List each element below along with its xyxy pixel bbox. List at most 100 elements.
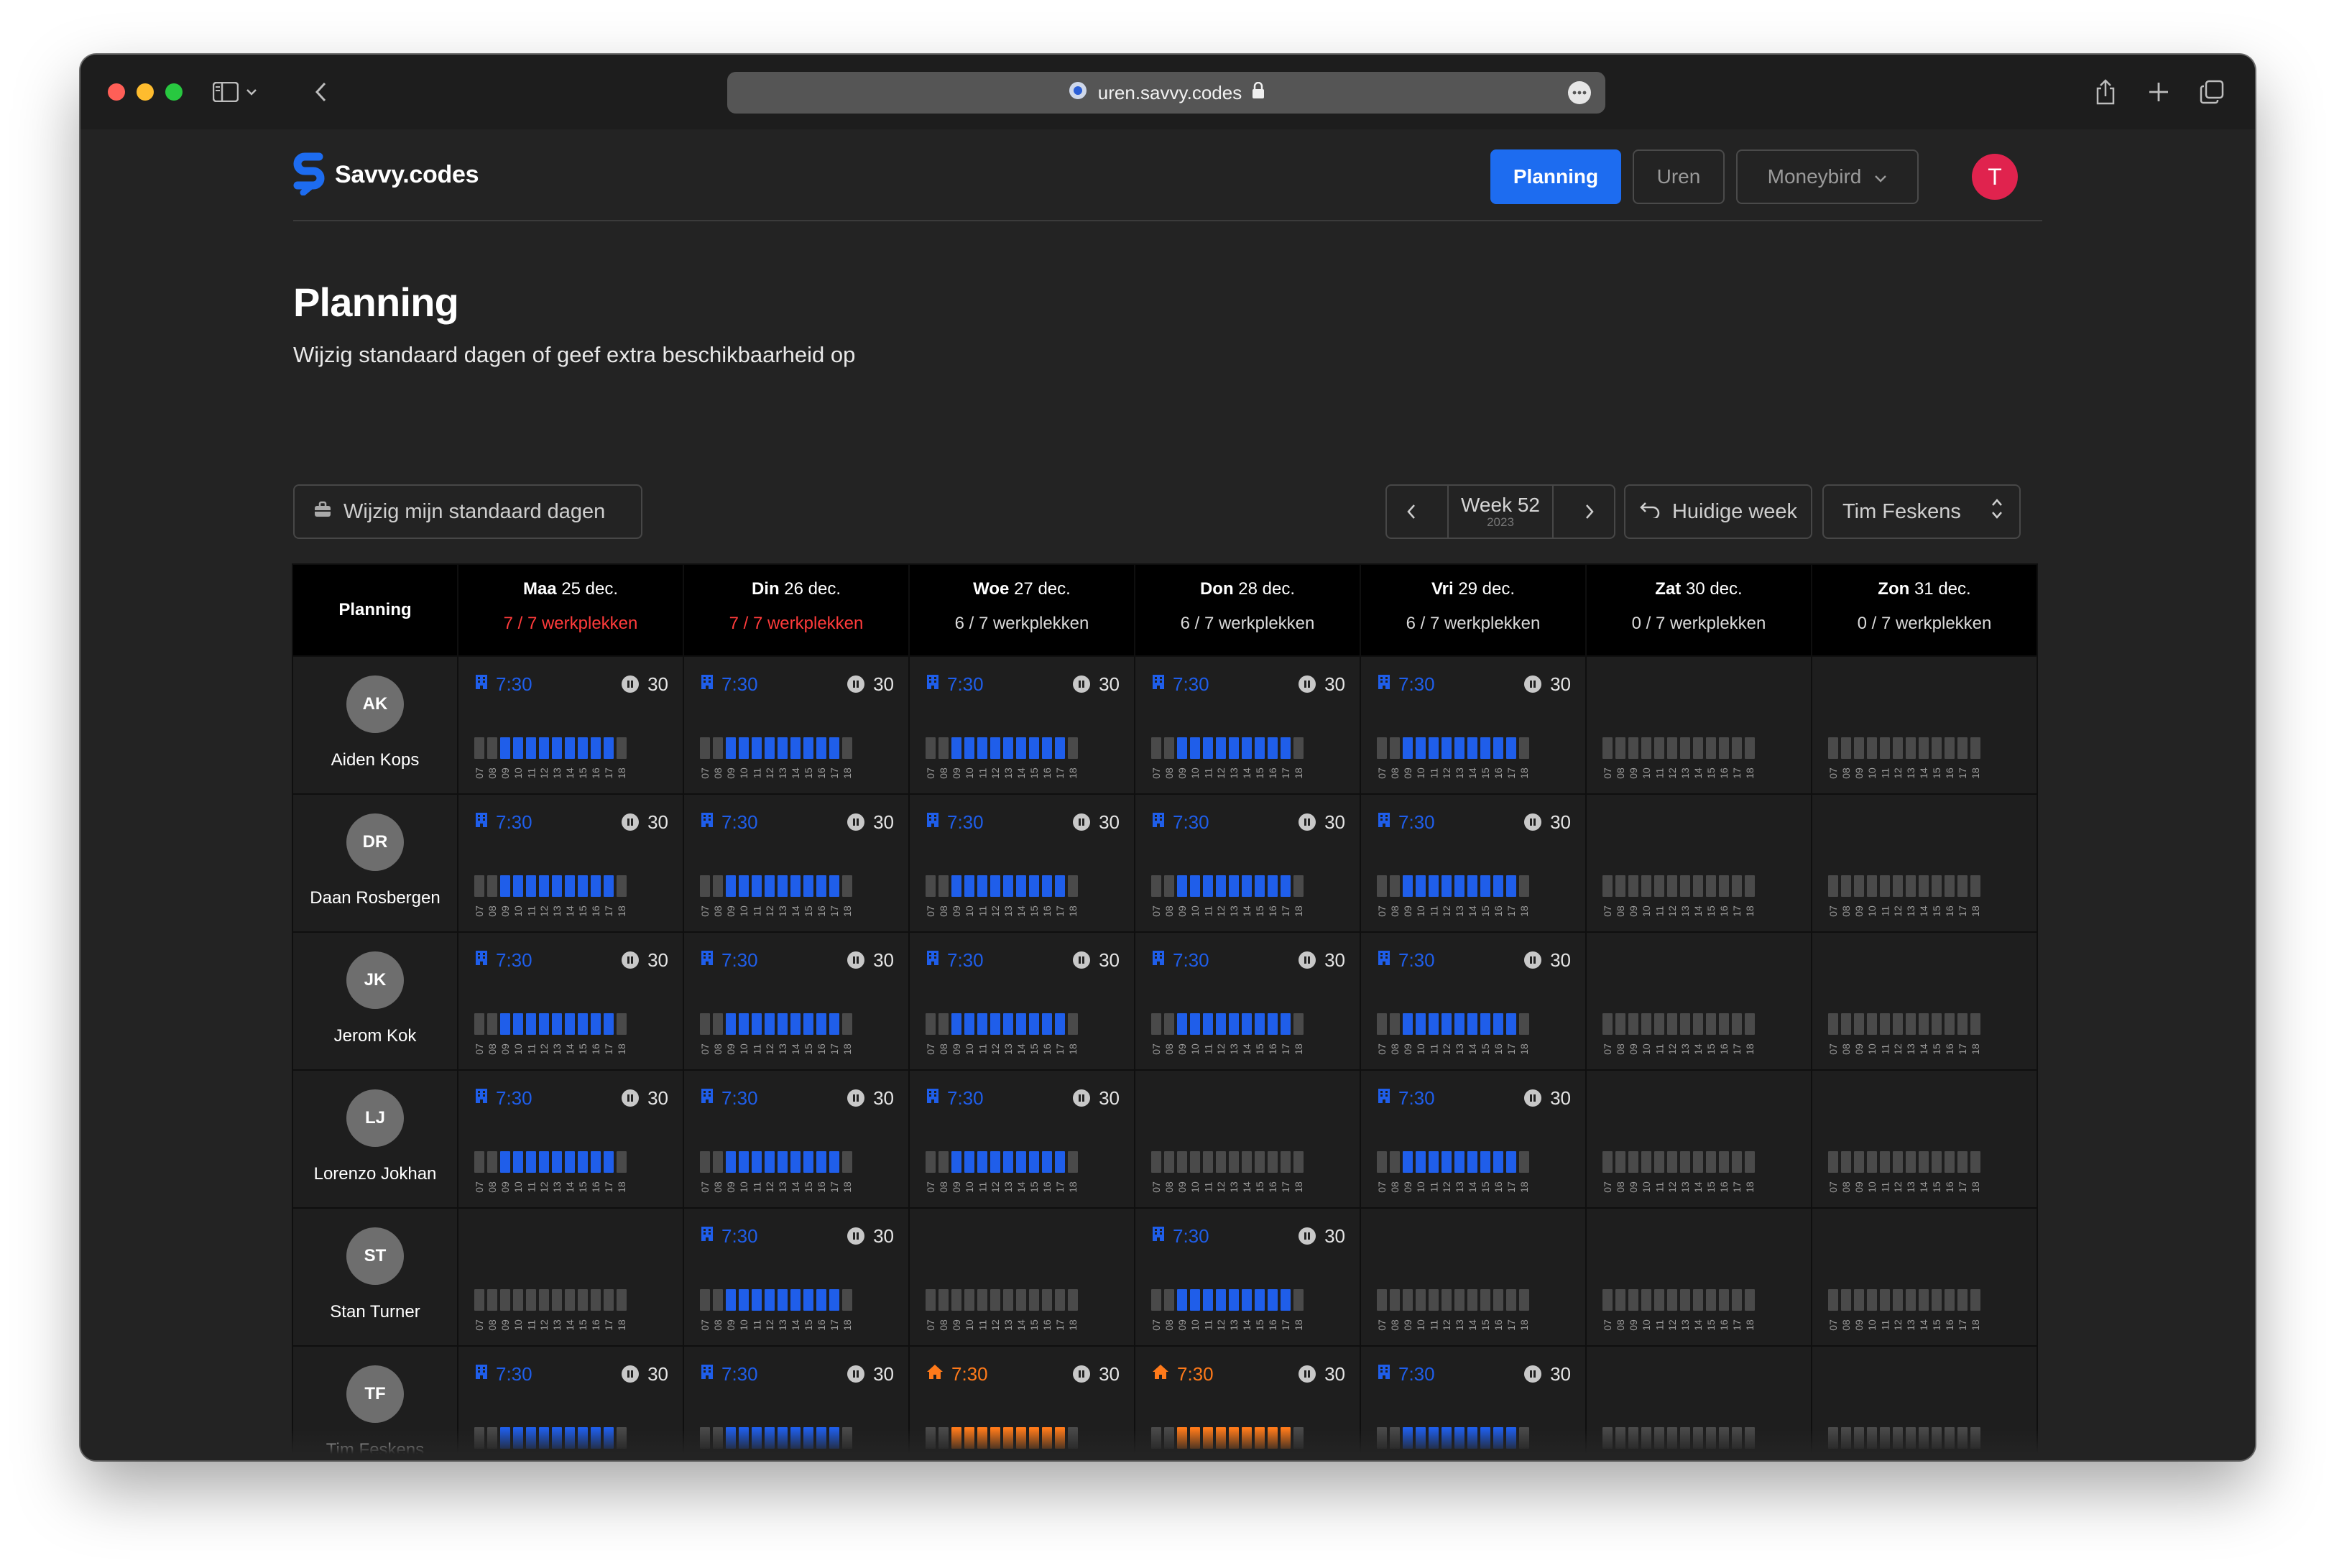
slot-summary[interactable]: 7:30 30 [474, 671, 668, 697]
day-slot-cell[interactable]: 7:3030070809101112131415161718 [1360, 931, 1587, 1071]
slot-summary[interactable]: 7:30 30 [1377, 1361, 1571, 1387]
day-slot-cell[interactable]: 7:3030070809101112131415161718 [457, 655, 684, 795]
hour-bar[interactable] [500, 1289, 510, 1311]
hour-bar[interactable] [1403, 1013, 1413, 1035]
hour-bar[interactable] [790, 1289, 801, 1311]
hour-bar[interactable] [700, 1289, 710, 1311]
day-slot-cell[interactable]: 7:3030070809101112131415161718 [908, 931, 1135, 1071]
hour-bar[interactable] [778, 1151, 788, 1173]
hour-bar[interactable] [1242, 1427, 1252, 1449]
hour-bar[interactable] [1190, 1289, 1200, 1311]
hour-bar[interactable] [938, 1427, 949, 1449]
hour-bar[interactable] [765, 1013, 775, 1035]
hour-bar[interactable] [617, 1427, 627, 1449]
hour-bar[interactable] [1654, 1013, 1664, 1035]
hour-bar[interactable] [700, 875, 710, 897]
hour-bar[interactable] [1519, 1289, 1529, 1311]
hour-bar[interactable] [1628, 1013, 1638, 1035]
hour-bar[interactable] [1164, 737, 1174, 759]
hour-bar[interactable] [1932, 1289, 1942, 1311]
hour-bar[interactable] [1867, 1151, 1877, 1173]
hour-bar[interactable] [1880, 1427, 1890, 1449]
hour-bar[interactable] [1055, 737, 1065, 759]
hour-bar[interactable] [1615, 1289, 1625, 1311]
hour-bar[interactable] [1602, 875, 1613, 897]
hour-bar[interactable] [1403, 1427, 1413, 1449]
hour-bar[interactable] [1177, 737, 1187, 759]
hour-bar[interactable] [552, 737, 562, 759]
hour-bar[interactable] [1255, 1151, 1265, 1173]
day-slot-cell[interactable]: 070809101112131415161718 [1585, 931, 1812, 1071]
hour-bar[interactable] [1151, 1427, 1161, 1449]
hour-bar[interactable] [1003, 1151, 1013, 1173]
hour-bar[interactable] [500, 1427, 510, 1449]
hour-bar[interactable] [1164, 1427, 1174, 1449]
hour-bar[interactable] [1706, 1013, 1716, 1035]
hour-bar[interactable] [1602, 1151, 1613, 1173]
edit-standard-days-button[interactable]: Wijzig mijn standaard dagen [293, 484, 642, 539]
hour-bar[interactable] [1945, 875, 1955, 897]
hour-bar[interactable] [951, 1013, 961, 1035]
hour-bar[interactable] [500, 737, 510, 759]
hour-bar[interactable] [790, 737, 801, 759]
hour-bar[interactable] [1190, 1013, 1200, 1035]
hour-bar[interactable] [500, 1013, 510, 1035]
hour-bar[interactable] [1906, 1427, 1916, 1449]
hour-bar[interactable] [1519, 875, 1529, 897]
hour-bar[interactable] [1957, 1013, 1968, 1035]
hour-bar[interactable] [778, 737, 788, 759]
hour-bar[interactable] [1654, 1289, 1664, 1311]
hour-bar[interactable] [1203, 1289, 1213, 1311]
hour-bar[interactable] [1841, 1289, 1851, 1311]
hour-bar[interactable] [1893, 737, 1903, 759]
hour-bar[interactable] [1442, 1151, 1452, 1173]
hour-bar[interactable] [565, 737, 575, 759]
hour-bar[interactable] [1732, 1013, 1742, 1035]
hour-bar[interactable] [1442, 875, 1452, 897]
hour-bar[interactable] [1841, 737, 1851, 759]
hour-bar[interactable] [700, 1151, 710, 1173]
hour-bar[interactable] [1281, 1151, 1291, 1173]
hour-bar[interactable] [487, 737, 497, 759]
hour-bar[interactable] [990, 875, 1000, 897]
hour-bar[interactable] [1680, 875, 1690, 897]
hour-bar[interactable] [1641, 1151, 1651, 1173]
slot-summary[interactable]: 7:30 30 [926, 1361, 1120, 1387]
hour-bar[interactable] [765, 1427, 775, 1449]
hour-bar[interactable] [1654, 737, 1664, 759]
hour-bar[interactable] [578, 1013, 588, 1035]
hour-bar[interactable] [1693, 875, 1703, 897]
hour-bar[interactable] [1506, 1427, 1516, 1449]
hour-bar[interactable] [1919, 1151, 1929, 1173]
day-slot-cell[interactable]: 070809101112131415161718 [1585, 1345, 1812, 1460]
day-slot-cell[interactable]: 7:3030070809101112131415161718 [683, 655, 910, 795]
slot-summary[interactable]: 7:30 30 [700, 947, 894, 973]
hour-bar[interactable] [1467, 1151, 1477, 1173]
hour-bar[interactable] [1454, 1427, 1464, 1449]
hour-bar[interactable] [1454, 1151, 1464, 1173]
hour-bar[interactable] [1641, 1013, 1651, 1035]
hour-bar[interactable] [565, 1151, 575, 1173]
hour-bar[interactable] [1957, 875, 1968, 897]
hour-bar[interactable] [578, 1151, 588, 1173]
hour-bar[interactable] [1919, 1013, 1929, 1035]
hour-bar[interactable] [1745, 1427, 1755, 1449]
hour-bar[interactable] [1016, 1151, 1026, 1173]
hour-bar[interactable] [474, 1427, 484, 1449]
hour-bar[interactable] [1042, 1289, 1052, 1311]
hour-bar[interactable] [977, 1427, 987, 1449]
hour-bar[interactable] [1016, 737, 1026, 759]
hour-bar[interactable] [591, 1013, 601, 1035]
hour-bar[interactable] [526, 1151, 536, 1173]
hour-bar[interactable] [1190, 1427, 1200, 1449]
hour-bar[interactable] [1880, 1289, 1890, 1311]
hour-bar[interactable] [990, 1013, 1000, 1035]
hour-bar[interactable] [1841, 1427, 1851, 1449]
hour-bar[interactable] [739, 737, 749, 759]
hour-bar[interactable] [1932, 1151, 1942, 1173]
hour-bar[interactable] [1854, 1013, 1864, 1035]
slot-summary[interactable]: 7:30 30 [474, 947, 668, 973]
hour-bar[interactable] [938, 1013, 949, 1035]
hour-bar[interactable] [1493, 737, 1503, 759]
hour-bar[interactable] [1706, 875, 1716, 897]
